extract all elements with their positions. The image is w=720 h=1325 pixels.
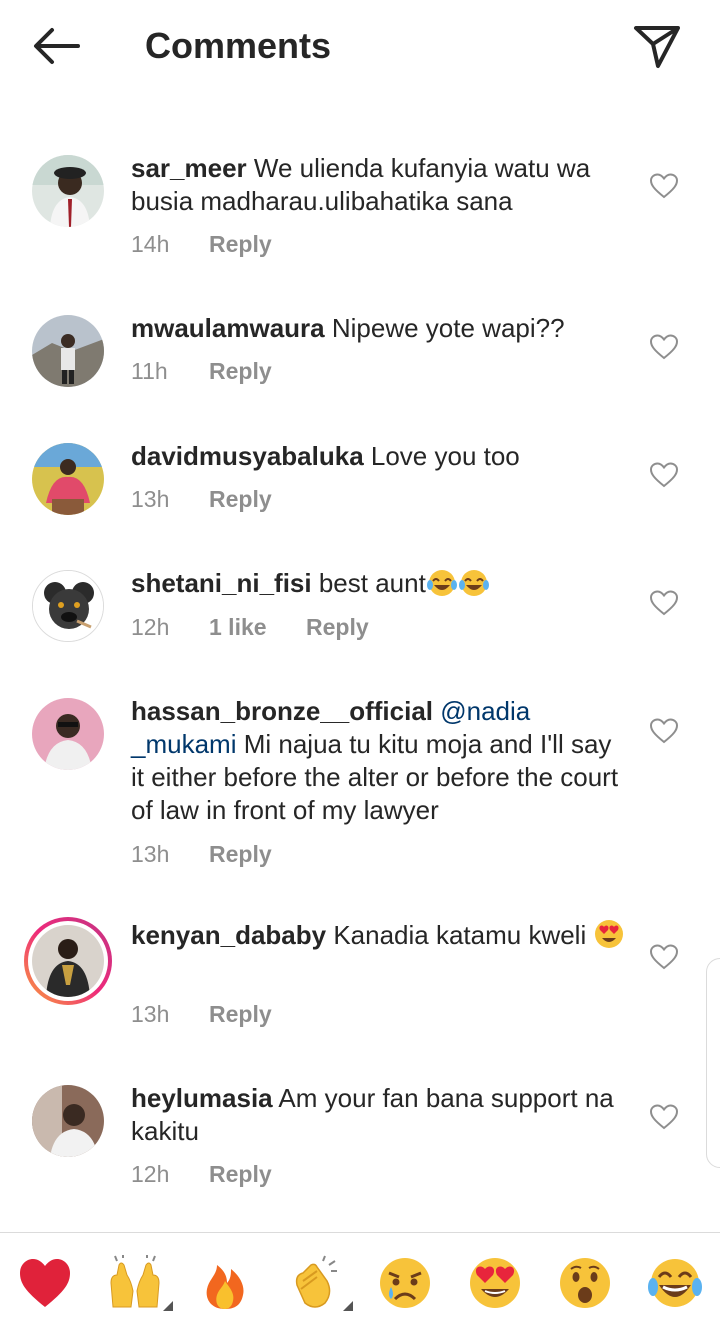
comment-username[interactable]: kenyan_dababy: [131, 920, 326, 950]
comment-meta: 13h Reply: [131, 484, 272, 514]
crying-face-icon[interactable]: [377, 1255, 437, 1311]
red-heart-icon[interactable]: [17, 1255, 77, 1311]
comment-text: kenyan_dababy Kanadia katamu kweli: [131, 919, 631, 957]
avatar[interactable]: [32, 1085, 104, 1157]
reply-button[interactable]: Reply: [306, 612, 369, 642]
surprised-face-icon[interactable]: [557, 1255, 617, 1311]
avatar[interactable]: [32, 155, 104, 227]
like-heart-icon[interactable]: [650, 1104, 678, 1130]
comment-text: shetani_ni_fisi best aunt: [131, 567, 631, 605]
avatar[interactable]: [32, 443, 104, 515]
avatar-with-story-ring[interactable]: [24, 917, 112, 1005]
like-heart-icon[interactable]: [650, 334, 678, 360]
comment-item: hassan_bronze__official @nadia _mukami M…: [0, 695, 720, 869]
comment-username[interactable]: shetani_ni_fisi: [131, 568, 312, 598]
reply-button[interactable]: Reply: [209, 839, 272, 869]
comment-likes[interactable]: 1 like: [209, 612, 306, 642]
comment-username[interactable]: mwaulamwaura: [131, 313, 325, 343]
comment-body: best aunt: [311, 568, 426, 598]
like-heart-icon[interactable]: [650, 173, 678, 199]
comment-meta: 11h Reply: [131, 356, 272, 386]
comment-meta: 12h Reply: [131, 1159, 272, 1189]
comment-time: 12h: [131, 1161, 170, 1187]
page-title: Comments: [145, 25, 332, 66]
reply-button[interactable]: Reply: [209, 356, 272, 386]
comment-item: sar_meer We ulienda kufanyia watu wa bus…: [0, 152, 720, 275]
comment-username[interactable]: sar_meer: [131, 153, 247, 183]
raised-hands-icon[interactable]: [107, 1255, 173, 1311]
like-heart-icon[interactable]: [650, 718, 678, 744]
comment-text: davidmusyabaluka Love you too: [131, 440, 631, 473]
avatar[interactable]: [32, 315, 104, 387]
header-bar: Comments: [0, 0, 720, 92]
heart-eyes-icon: [593, 919, 625, 957]
avatar[interactable]: [32, 570, 104, 642]
comment-time: 13h: [131, 486, 170, 512]
quick-reaction-bar: [0, 1233, 720, 1325]
comment-item: kenyan_dababy Kanadia katamu kweli 13h Re…: [0, 917, 720, 1037]
reply-button[interactable]: Reply: [209, 484, 272, 514]
comment-text: hassan_bronze__official @nadia _mukami M…: [131, 695, 631, 827]
comment-username[interactable]: heylumasia: [131, 1083, 273, 1113]
fire-icon[interactable]: [197, 1255, 257, 1311]
comment-item: davidmusyabaluka Love you too 13h Reply: [0, 440, 720, 533]
comment-text: heylumasia Am your fan bana support na k…: [131, 1082, 631, 1148]
comment-time: 13h: [131, 841, 170, 867]
back-button[interactable]: [28, 22, 84, 70]
comment-time: 12h: [131, 614, 170, 640]
comment-text: sar_meer We ulienda kufanyia watu wa bus…: [131, 152, 631, 218]
heart-eyes-icon[interactable]: [467, 1255, 527, 1311]
comment-item: shetani_ni_fisi best aunt 12h 1 like Reply: [0, 567, 720, 660]
comment-meta: 12h 1 like Reply: [131, 612, 369, 642]
comment-meta: 13h Reply: [131, 999, 272, 1029]
tears-of-joy-icon: [426, 569, 458, 605]
tears-of-joy-icon: [458, 569, 490, 605]
comment-time: 13h: [131, 1001, 170, 1027]
edge-scroll-handle[interactable]: [706, 958, 720, 1168]
clapping-hands-icon[interactable]: [287, 1255, 353, 1311]
reply-button[interactable]: Reply: [209, 229, 272, 259]
like-heart-icon[interactable]: [650, 590, 678, 616]
comment-item: mwaulamwaura Nipewe yote wapi?? 11h Reply: [0, 312, 720, 405]
back-arrow-icon: [34, 28, 80, 64]
comment-meta: 14h Reply: [131, 229, 272, 259]
comment-body: Love you too: [363, 441, 520, 471]
paper-plane-icon: [634, 26, 680, 68]
tears-of-joy-icon[interactable]: [647, 1255, 707, 1311]
comment-username[interactable]: hassan_bronze__official: [131, 696, 433, 726]
like-heart-icon[interactable]: [650, 944, 678, 970]
comment-body: Kanadia katamu kweli: [326, 920, 594, 950]
avatar[interactable]: [32, 698, 104, 770]
comment-body: Nipewe yote wapi??: [324, 313, 565, 343]
like-heart-icon[interactable]: [650, 462, 678, 488]
comment-time: 14h: [131, 231, 170, 257]
share-button[interactable]: [628, 22, 684, 70]
comment-username[interactable]: davidmusyabaluka: [131, 441, 364, 471]
reply-button[interactable]: Reply: [209, 1159, 272, 1189]
reply-button[interactable]: Reply: [209, 999, 272, 1029]
comment-item: heylumasia Am your fan bana support na k…: [0, 1082, 720, 1205]
comment-meta: 13h Reply: [131, 839, 272, 869]
comment-time: 11h: [131, 358, 168, 384]
comment-text: mwaulamwaura Nipewe yote wapi??: [131, 312, 631, 345]
